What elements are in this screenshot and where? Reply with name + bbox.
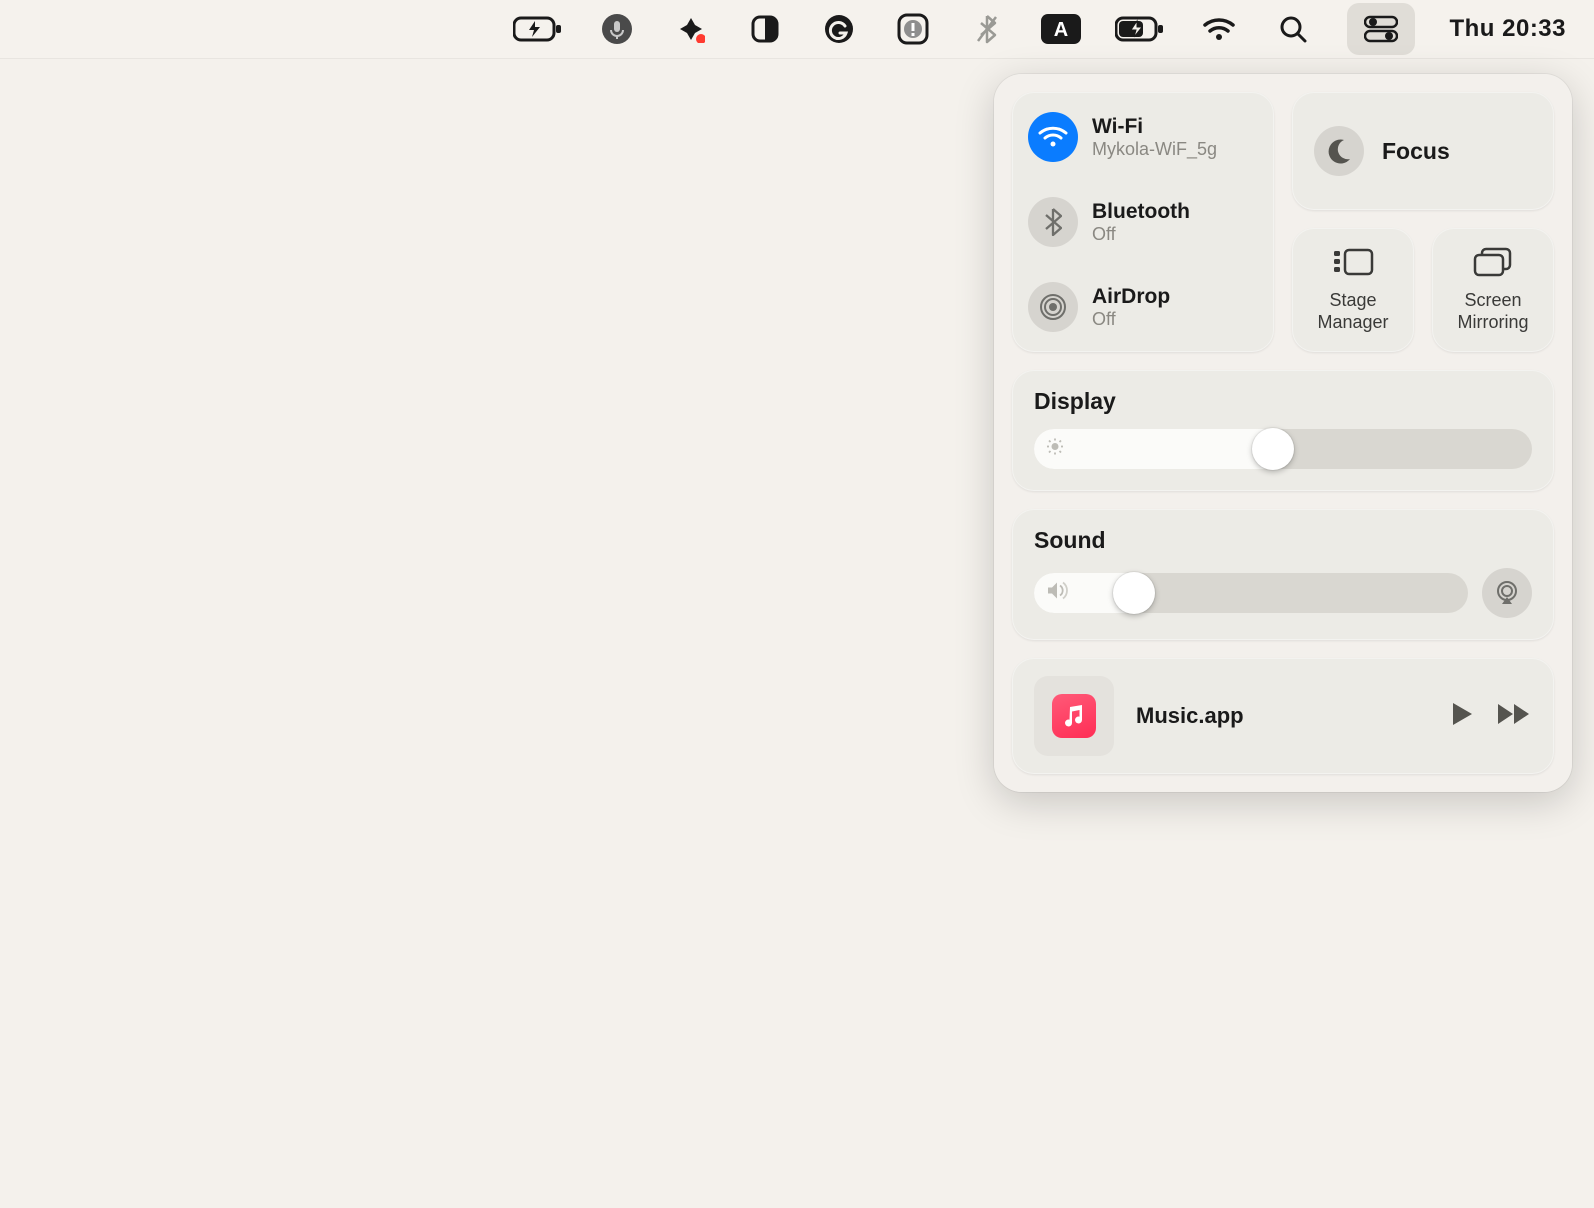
stage-manager-label: Stage Manager [1296,290,1410,333]
control-center-panel: Wi-Fi Mykola-WiF_5g Bluetooth Off Ai [994,74,1572,792]
stage-manager-tile[interactable]: Stage Manager [1292,228,1414,352]
focus-card[interactable]: Focus [1292,92,1554,210]
airdrop-icon [1028,282,1078,332]
music-app-icon [1052,694,1096,738]
stage-manager-icon [1331,247,1375,282]
menu-grammarly-icon[interactable] [819,9,859,49]
menu-wifi-icon[interactable] [1199,9,1239,49]
airdrop-entry[interactable]: AirDrop Off [1024,278,1262,336]
bluetooth-title: Bluetooth [1092,199,1190,224]
fast-forward-button[interactable] [1496,702,1532,731]
menu-battery-charging-2[interactable] [1115,9,1165,49]
sound-card: Sound [1012,509,1554,640]
airplay-audio-button[interactable] [1482,568,1532,618]
menu-bluetooth-off-icon[interactable] [967,9,1007,49]
screen-mirroring-icon [1472,247,1514,282]
volume-icon [1046,582,1068,605]
wifi-icon [1028,112,1078,162]
connectivity-card: Wi-Fi Mykola-WiF_5g Bluetooth Off Ai [1012,92,1274,352]
now-playing-card[interactable]: Music.app [1012,658,1554,774]
menu-spotlight-icon[interactable] [1273,9,1313,49]
play-button[interactable] [1450,701,1474,732]
now-playing-controls [1450,701,1532,732]
menu-keyboard-input-icon[interactable]: A [1041,9,1081,49]
display-title: Display [1034,388,1532,415]
airdrop-title: AirDrop [1092,284,1170,309]
menu-battery-charging-1[interactable] [513,9,563,49]
menu-microphone-icon[interactable] [597,9,637,49]
airdrop-subtitle: Off [1092,309,1170,331]
wifi-subtitle: Mykola-WiF_5g [1092,139,1217,161]
menu-control-center-toggle[interactable] [1347,3,1415,55]
display-card: Display [1012,370,1554,491]
menubar: A Thu 20:33 [0,0,1594,59]
brightness-low-icon [1046,438,1064,461]
screen-mirroring-label: Screen Mirroring [1436,290,1550,333]
wifi-title: Wi-Fi [1092,114,1217,139]
bluetooth-icon [1028,197,1078,247]
now-playing-artwork [1034,676,1114,756]
wifi-entry[interactable]: Wi-Fi Mykola-WiF_5g [1024,108,1262,166]
bluetooth-subtitle: Off [1092,224,1190,246]
menu-alert-app-icon[interactable] [893,9,933,49]
focus-title: Focus [1382,138,1450,165]
svg-text:A: A [1054,19,1068,41]
moon-icon [1314,126,1364,176]
sound-volume-slider[interactable] [1034,573,1468,613]
menu-clock[interactable]: Thu 20:33 [1449,9,1566,49]
sound-title: Sound [1034,527,1532,554]
menu-contrast-icon[interactable] [745,9,785,49]
bluetooth-entry[interactable]: Bluetooth Off [1024,193,1262,251]
menu-setapp-icon[interactable] [671,9,711,49]
now-playing-app-name: Music.app [1136,703,1428,729]
screen-mirroring-tile[interactable]: Screen Mirroring [1432,228,1554,352]
display-brightness-slider[interactable] [1034,429,1532,469]
